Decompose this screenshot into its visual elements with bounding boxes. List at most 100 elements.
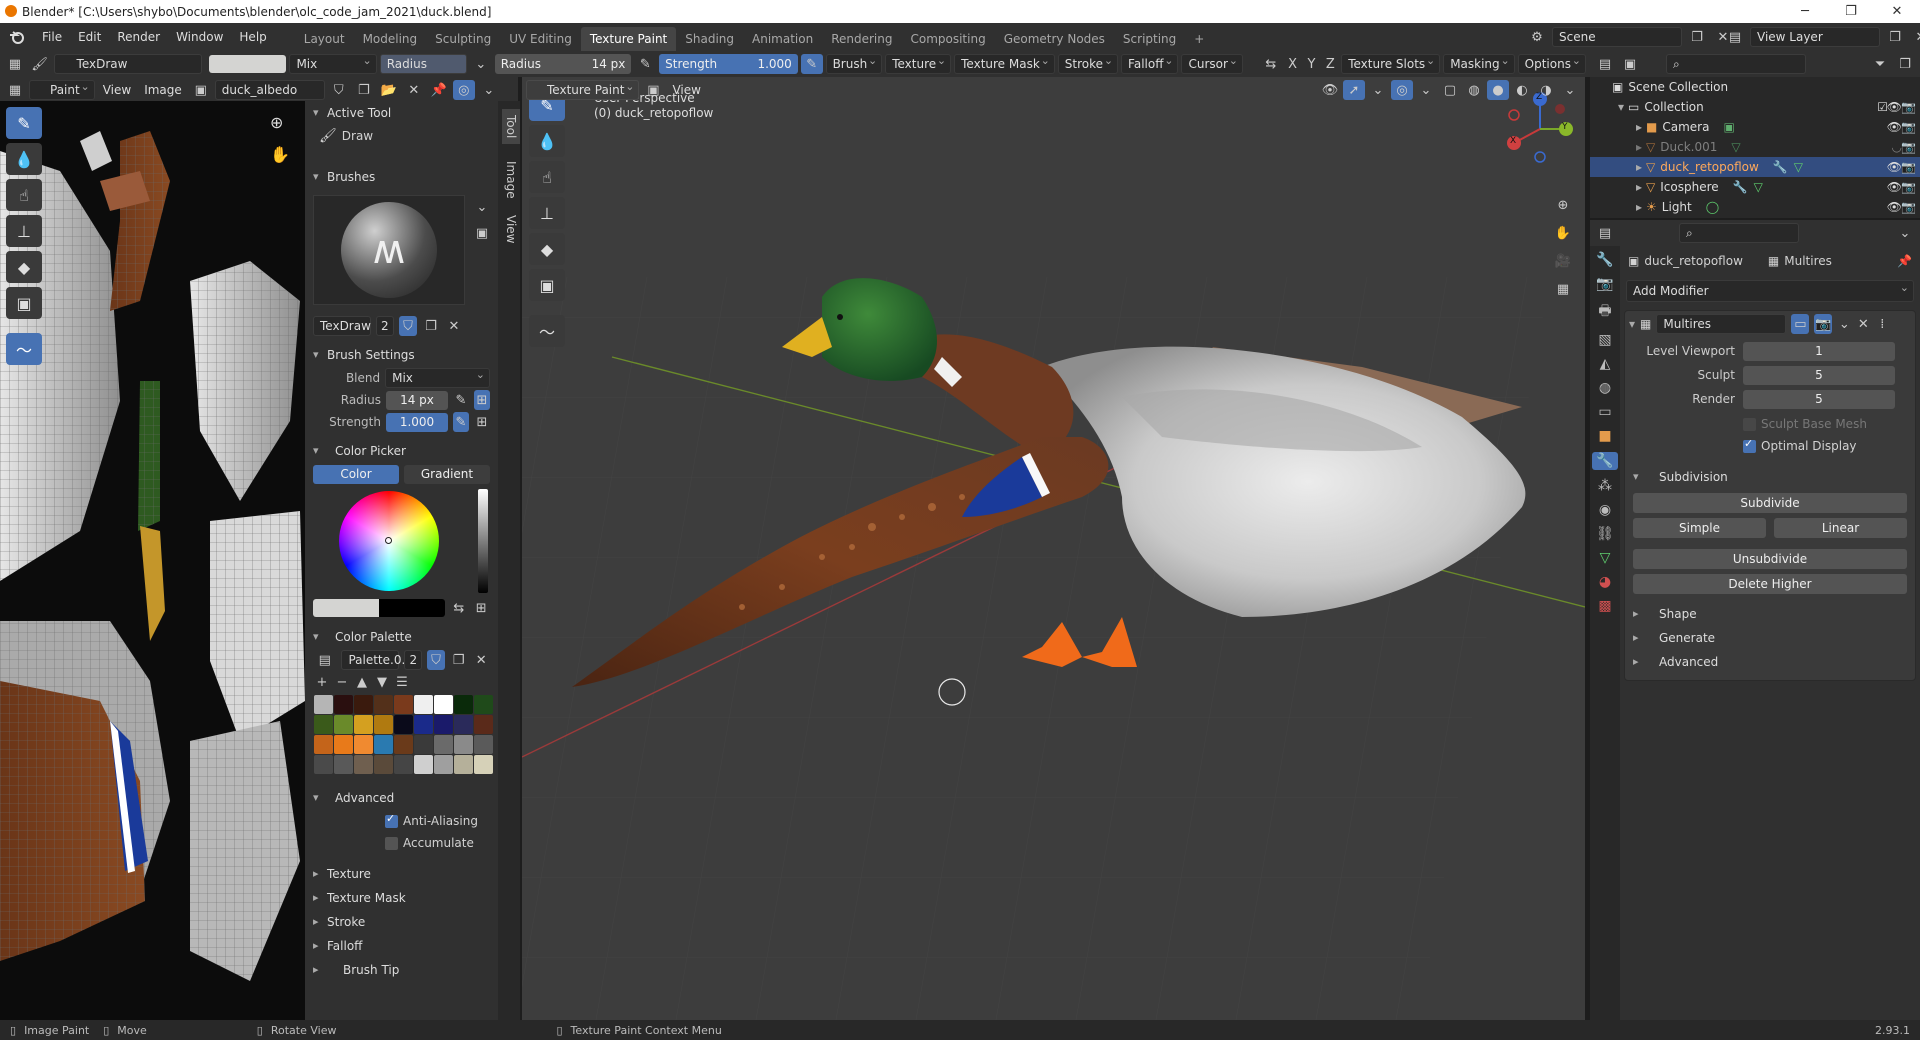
fill-tool-icon[interactable]: ◆ <box>529 233 565 265</box>
palette-swatch[interactable] <box>314 755 333 774</box>
palette-swatch[interactable] <box>374 735 393 754</box>
duplicate-brush-icon[interactable]: ❐ <box>422 316 440 336</box>
subdivide-button[interactable]: Subdivide <box>1633 493 1907 513</box>
minimize-button[interactable]: ─ <box>1782 0 1828 23</box>
brush-browse-icon[interactable]: ▣ <box>471 223 493 243</box>
mirror-z-button[interactable]: Z <box>1322 54 1338 74</box>
palette-swatch[interactable] <box>474 715 493 734</box>
visibility-eye-icon[interactable]: 👁 <box>1887 200 1902 214</box>
brush-datablock-name[interactable]: TexDraw <box>313 316 371 336</box>
xray-icon[interactable]: ▢ <box>1439 80 1461 100</box>
palette-swatch[interactable] <box>354 755 373 774</box>
tab-gradient[interactable]: Gradient <box>404 464 490 484</box>
stroke-section[interactable]: Stroke <box>305 910 498 934</box>
pin-icon[interactable]: 📌 <box>1897 254 1912 268</box>
delete-view-layer-icon[interactable]: ✕ <box>1910 27 1920 47</box>
tab-shading[interactable]: Shading <box>676 27 743 51</box>
chevron-down-icon[interactable]: ⌄ <box>1415 80 1437 100</box>
chevron-down-icon[interactable]: ⌄ <box>1559 80 1581 100</box>
collection-tab-icon[interactable]: ▭ <box>1598 404 1611 420</box>
level-viewport-field[interactable]: 1 <box>1743 341 1895 361</box>
soften-tool-icon[interactable]: 💧 <box>6 143 42 175</box>
zoom-icon[interactable]: ⊕ <box>270 113 283 132</box>
outliner-item-duck001[interactable]: ▸ ▽ Duck.001 ▽ ◡ 📷 <box>1590 137 1920 157</box>
output-tab-icon[interactable]: 🖶 <box>1598 300 1611 324</box>
render-camera-icon[interactable]: 📷 <box>1901 140 1916 154</box>
blender-menu-icon[interactable] <box>0 29 34 45</box>
scene-icon[interactable]: ⚙ <box>1526 27 1548 47</box>
tab-geometry-nodes[interactable]: Geometry Nodes <box>995 27 1114 51</box>
secondary-color-swatch[interactable] <box>379 599 446 617</box>
sculpt-base-mesh-checkbox[interactable] <box>1743 417 1756 431</box>
tab-layout[interactable]: Layout <box>295 27 354 51</box>
pressure-strength-icon[interactable]: ✎ <box>453 412 469 432</box>
chevron-down-icon[interactable]: ⌄ <box>1367 80 1389 100</box>
new-view-layer-icon[interactable]: ❐ <box>1884 27 1906 47</box>
render-camera-icon[interactable]: 📷 <box>1901 180 1916 194</box>
brush-color-swatch[interactable] <box>209 55 287 73</box>
visibility-eye-icon[interactable]: 👁 <box>1887 100 1902 114</box>
eyedropper-icon[interactable]: ⊞ <box>473 598 490 618</box>
palette-name[interactable]: Palette.0... <box>341 650 413 670</box>
texture-slots-menu[interactable]: Texture Slots <box>1341 52 1441 74</box>
outliner-item-duck-retopoflow[interactable]: ▸ ▽ duck_retopoflow 🔧 ▽ 👁 📷 <box>1590 157 1920 177</box>
3d-viewport[interactable]: User Perspective (0) duck_retopoflow ✎ 💧… <box>522 77 1585 1020</box>
add-color-icon[interactable]: + <box>313 672 331 692</box>
value-slider[interactable] <box>478 489 488 593</box>
editor-type-icon[interactable]: ▤ <box>1594 54 1616 74</box>
menu-file[interactable]: File <box>34 23 70 51</box>
palette-swatch[interactable] <box>434 755 453 774</box>
simple-button[interactable]: Simple <box>1633 518 1766 538</box>
physics-tab-icon[interactable]: ◉ <box>1599 502 1611 518</box>
palette-swatch[interactable] <box>314 695 333 714</box>
paint-mode-dropdown[interactable]: Paint <box>29 78 95 100</box>
palette-fake-user-icon[interactable]: ⛉ <box>427 650 445 670</box>
menu-render[interactable]: Render <box>109 23 168 51</box>
open-image-icon[interactable]: 📂 <box>378 80 400 100</box>
brush-preview-thumbnail[interactable]: ʍ <box>313 195 465 305</box>
mask-tool-icon[interactable]: ▣ <box>6 287 42 319</box>
add-workspace-button[interactable]: + <box>1185 27 1213 51</box>
palette-swatch[interactable] <box>374 715 393 734</box>
color-picker-section[interactable]: Color Picker <box>305 439 498 463</box>
palette-swatch[interactable] <box>354 715 373 734</box>
add-modifier-dropdown[interactable]: Add Modifier <box>1626 278 1914 302</box>
visibility-eye-icon[interactable]: 👁 <box>1887 120 1902 134</box>
unlink-brush-icon[interactable]: ✕ <box>445 316 463 336</box>
palette-swatch[interactable] <box>474 735 493 754</box>
clone-tool-icon[interactable]: ⊥ <box>6 215 42 247</box>
filter-icon[interactable]: ⏷ <box>1869 54 1891 74</box>
unlink-palette-icon[interactable]: ✕ <box>472 650 490 670</box>
show-render-icon[interactable]: 📷 <box>1814 314 1833 334</box>
advanced-section[interactable]: Advanced <box>305 786 498 810</box>
annotate-tool-icon[interactable]: 〜 <box>6 333 42 365</box>
palette-browse-icon[interactable]: ▤ <box>313 650 336 670</box>
properties-search-input[interactable]: ⌕ <box>1679 223 1799 243</box>
palette-swatch[interactable] <box>414 735 433 754</box>
palette-swatch[interactable] <box>454 695 473 714</box>
palette-swatch[interactable] <box>394 695 413 714</box>
smear-tool-icon[interactable]: ☝ <box>6 179 42 211</box>
blend-dropdown[interactable]: Mix <box>289 52 377 74</box>
radius-slider[interactable]: Radius 14 px <box>494 54 632 74</box>
collection-row[interactable]: ▾ ▭ Collection ☑ 👁 📷 <box>1590 97 1920 117</box>
mirror-y-button[interactable]: Y <box>1304 54 1320 74</box>
modifier-tab-icon[interactable]: 🔧 <box>1592 452 1618 470</box>
wireframe-shading-icon[interactable]: ◍ <box>1463 80 1485 100</box>
palette-swatch[interactable] <box>394 735 413 754</box>
delete-higher-button[interactable]: Delete Higher <box>1633 574 1907 594</box>
duplicate-palette-icon[interactable]: ❐ <box>450 650 468 670</box>
tab-scripting[interactable]: Scripting <box>1114 27 1185 51</box>
chevron-down-icon[interactable]: ⌄ <box>478 80 500 100</box>
tab-texture-paint[interactable]: Texture Paint <box>580 27 677 51</box>
mask-tool-icon[interactable]: ▣ <box>529 269 565 301</box>
tab-image[interactable]: Image <box>502 155 520 205</box>
tab-rendering[interactable]: Rendering <box>822 27 901 51</box>
camera-view-icon[interactable]: 🎥 <box>1552 251 1574 271</box>
visibility-eye-icon[interactable]: 👁 <box>1887 160 1902 174</box>
rendered-shading-icon[interactable]: ◑ <box>1535 80 1557 100</box>
scene-tab-icon[interactable]: ◭ <box>1600 356 1611 372</box>
sculpt-level-field[interactable]: 5 <box>1743 365 1895 385</box>
tab-tool[interactable]: Tool <box>502 109 520 145</box>
render-level-field[interactable]: 5 <box>1743 389 1895 409</box>
